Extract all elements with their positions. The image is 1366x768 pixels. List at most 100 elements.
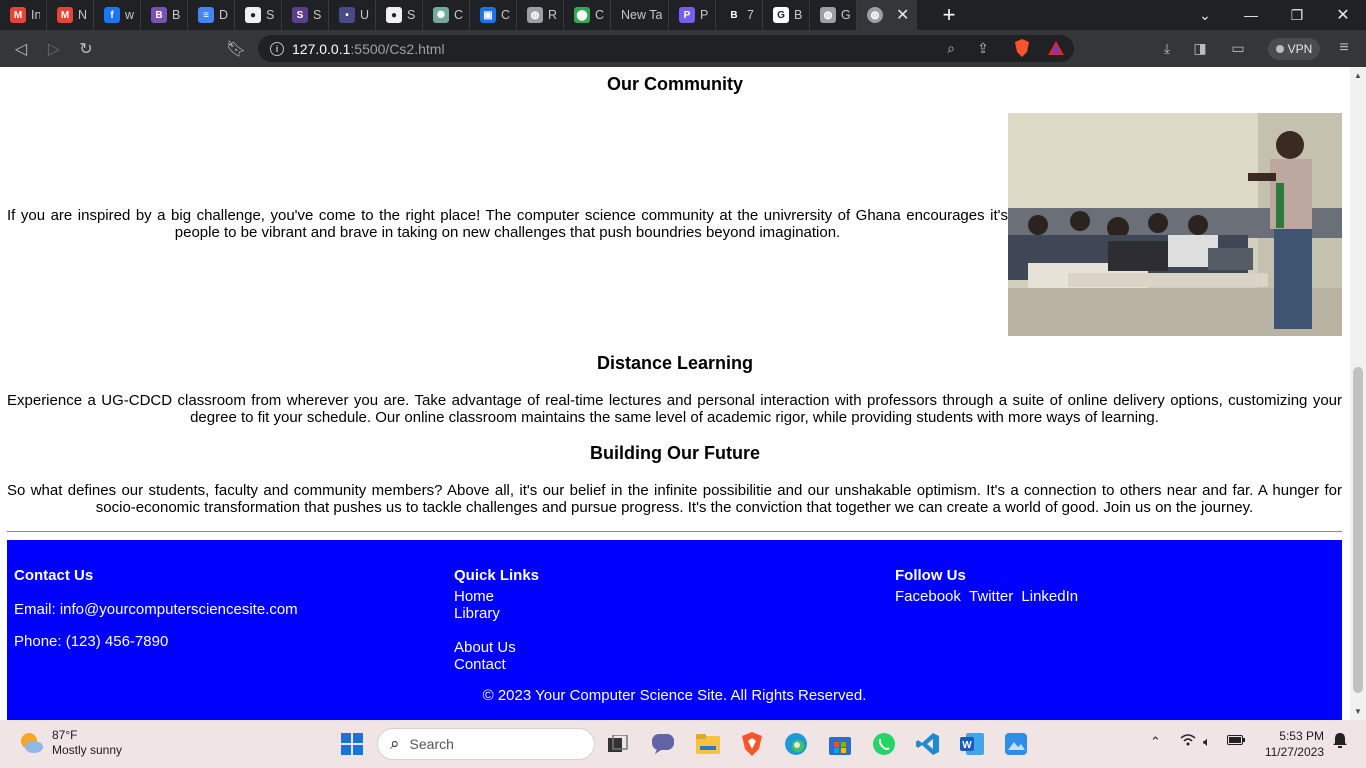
brave-browser-icon[interactable] bbox=[738, 730, 766, 758]
whatsapp-icon[interactable] bbox=[870, 730, 898, 758]
footer-follow: Follow Us Facebook Twitter LinkedIn bbox=[895, 567, 1078, 605]
bookmark-icon[interactable]: 🔖︎ bbox=[225, 38, 247, 60]
tab-14[interactable]: P Poe bbox=[669, 0, 716, 30]
footer-link-home[interactable]: Home bbox=[454, 588, 494, 605]
close-tab-icon[interactable]: ✕ bbox=[896, 5, 909, 25]
footer-link-facebook[interactable]: Facebook bbox=[895, 588, 961, 605]
tab-label: Chat bbox=[454, 8, 463, 22]
tab-1[interactable]: M New bbox=[47, 0, 94, 30]
menu-icon[interactable]: ≡ bbox=[1332, 36, 1356, 60]
tab-label: Best bbox=[794, 8, 803, 22]
poe-icon: P bbox=[679, 7, 695, 23]
store-icon[interactable] bbox=[826, 730, 854, 758]
search-icon: ⌕ bbox=[390, 734, 400, 753]
tab-11[interactable]: ◍ Rese bbox=[517, 0, 564, 30]
zoom-icon[interactable]: ⌕ bbox=[939, 36, 963, 60]
footer-link-library[interactable]: Library bbox=[454, 605, 500, 622]
brave-rewards-icon[interactable] bbox=[1044, 36, 1068, 60]
scroll-down-icon[interactable]: ▼ bbox=[1350, 707, 1366, 716]
docs-icon: ≡ bbox=[198, 7, 214, 23]
tab-bar: MInboxMNewfwwwBBack≡DCI●SurpSSaka•UG●Sur… bbox=[0, 0, 1366, 30]
tab-7[interactable]: • UG bbox=[329, 0, 376, 30]
forward-icon[interactable]: ▷ bbox=[43, 38, 65, 60]
sidebar-icon[interactable]: ◨ bbox=[1188, 36, 1212, 60]
tab-active[interactable]: ◍ ✕ bbox=[857, 0, 917, 30]
close-window-icon[interactable]: ✕ bbox=[1320, 0, 1366, 30]
tab-10[interactable]: ▣ CBA bbox=[470, 0, 517, 30]
start-icon[interactable] bbox=[338, 730, 366, 758]
word-icon[interactable]: W bbox=[958, 730, 986, 758]
tab-6[interactable]: S Saka bbox=[282, 0, 329, 30]
tab-label: Con bbox=[595, 8, 604, 22]
future-heading: Building Our Future bbox=[590, 443, 760, 463]
clock-date: 11/27/2023 bbox=[1264, 745, 1324, 759]
tab-search-icon[interactable]: ⌄ bbox=[1182, 0, 1228, 30]
footer-phone: Phone: (123) 456-7890 bbox=[14, 633, 169, 650]
edge-icon[interactable] bbox=[782, 730, 810, 758]
tab-5[interactable]: ● Surp bbox=[235, 0, 282, 30]
tab-4[interactable]: ≡ DCI bbox=[188, 0, 235, 30]
volume-icon[interactable]: 🔈︎ bbox=[1203, 734, 1211, 750]
tab-0[interactable]: M Inbox bbox=[0, 0, 47, 30]
tab-label: Poe bbox=[700, 8, 709, 22]
scrollbar-thumb[interactable] bbox=[1353, 367, 1363, 693]
tab-15[interactable]: B 7 Be bbox=[716, 0, 763, 30]
battery-icon[interactable] bbox=[1227, 734, 1245, 749]
tab-12[interactable]: ⬤ Con bbox=[564, 0, 611, 30]
taskbar-clock[interactable]: 5:53 PM 11/27/2023 bbox=[1256, 728, 1324, 760]
github-icon: ● bbox=[245, 7, 261, 23]
taskbar: 87°F Mostly sunny ⌕ Search W ⌃ 🔈︎ 5:53 P… bbox=[0, 720, 1366, 768]
tab-label: New bbox=[78, 8, 87, 22]
tab-strip: MInboxMNewfwwwBBack≡DCI●SurpSSaka•UG●Sur… bbox=[0, 0, 857, 30]
distance-text: Experience a UG-CDCD classroom from wher… bbox=[7, 392, 1342, 426]
download-icon[interactable]: ⤓ bbox=[1155, 36, 1179, 60]
tab-label: Gra bbox=[841, 8, 850, 22]
weather-temp: 87°F bbox=[52, 728, 78, 742]
wifi-icon[interactable] bbox=[1180, 734, 1196, 749]
svg-text:W: W bbox=[962, 740, 972, 751]
tab-13[interactable]: New Tab bbox=[611, 0, 669, 30]
tab-8[interactable]: ● Surp bbox=[376, 0, 423, 30]
wallet-icon[interactable]: ▭ bbox=[1226, 36, 1250, 60]
url-path: :5500/Cs2.html bbox=[350, 40, 445, 57]
share-icon[interactable]: ⇪ bbox=[971, 36, 995, 60]
distance-heading: Distance Learning bbox=[596, 353, 754, 373]
page-scrollbar[interactable]: ▲ ▼ bbox=[1350, 67, 1366, 720]
site-info-icon[interactable]: i bbox=[270, 41, 284, 56]
globe-icon: ◍ bbox=[820, 7, 836, 23]
footer-link-twitter[interactable]: Twitter bbox=[969, 588, 1013, 605]
tab-2[interactable]: fwww bbox=[94, 0, 141, 30]
tab-3[interactable]: B Back bbox=[141, 0, 188, 30]
google-icon: G bbox=[773, 7, 789, 23]
taskbar-search[interactable]: ⌕ Search bbox=[377, 728, 595, 760]
vscode-icon[interactable] bbox=[914, 730, 942, 758]
teams-chat-icon[interactable] bbox=[649, 730, 677, 758]
vpn-button[interactable]: VPN bbox=[1268, 38, 1320, 60]
weather-widget[interactable]: 87°F Mostly sunny bbox=[18, 728, 122, 758]
new-tab-icon[interactable]: + bbox=[937, 2, 961, 28]
footer-quick-links-title: Quick Links bbox=[454, 567, 540, 584]
brave-shields-icon[interactable] bbox=[1010, 36, 1034, 60]
tab-16[interactable]: G Best bbox=[763, 0, 810, 30]
notification-icon[interactable] bbox=[1333, 732, 1347, 751]
tab-9[interactable]: ✺ Chat bbox=[423, 0, 470, 30]
minimize-icon[interactable]: — bbox=[1228, 0, 1274, 30]
tab-label: CBA bbox=[501, 8, 510, 22]
photos-icon[interactable] bbox=[1002, 730, 1030, 758]
scroll-up-icon[interactable]: ▲ bbox=[1350, 71, 1366, 80]
footer-link-contact[interactable]: Contact bbox=[454, 656, 506, 673]
tab-17[interactable]: ◍ Gra bbox=[810, 0, 857, 30]
footer-follow-title: Follow Us bbox=[895, 567, 966, 584]
reload-icon[interactable]: ↻ bbox=[75, 38, 97, 60]
file-explorer-icon[interactable] bbox=[694, 730, 722, 758]
tray-overflow-icon[interactable]: ⌃ bbox=[1150, 734, 1161, 750]
footer-link-about[interactable]: About Us bbox=[454, 639, 516, 656]
tab-label: DCI bbox=[219, 8, 228, 22]
maximize-icon[interactable]: ❐ bbox=[1274, 0, 1320, 30]
tab-label: New Tab bbox=[621, 8, 662, 22]
task-view-icon[interactable] bbox=[604, 730, 632, 758]
back-icon[interactable]: ◁ bbox=[10, 38, 32, 60]
vpn-status-icon bbox=[1275, 45, 1284, 53]
footer-link-linkedin[interactable]: LinkedIn bbox=[1021, 588, 1078, 605]
sun-icon bbox=[21, 733, 43, 753]
